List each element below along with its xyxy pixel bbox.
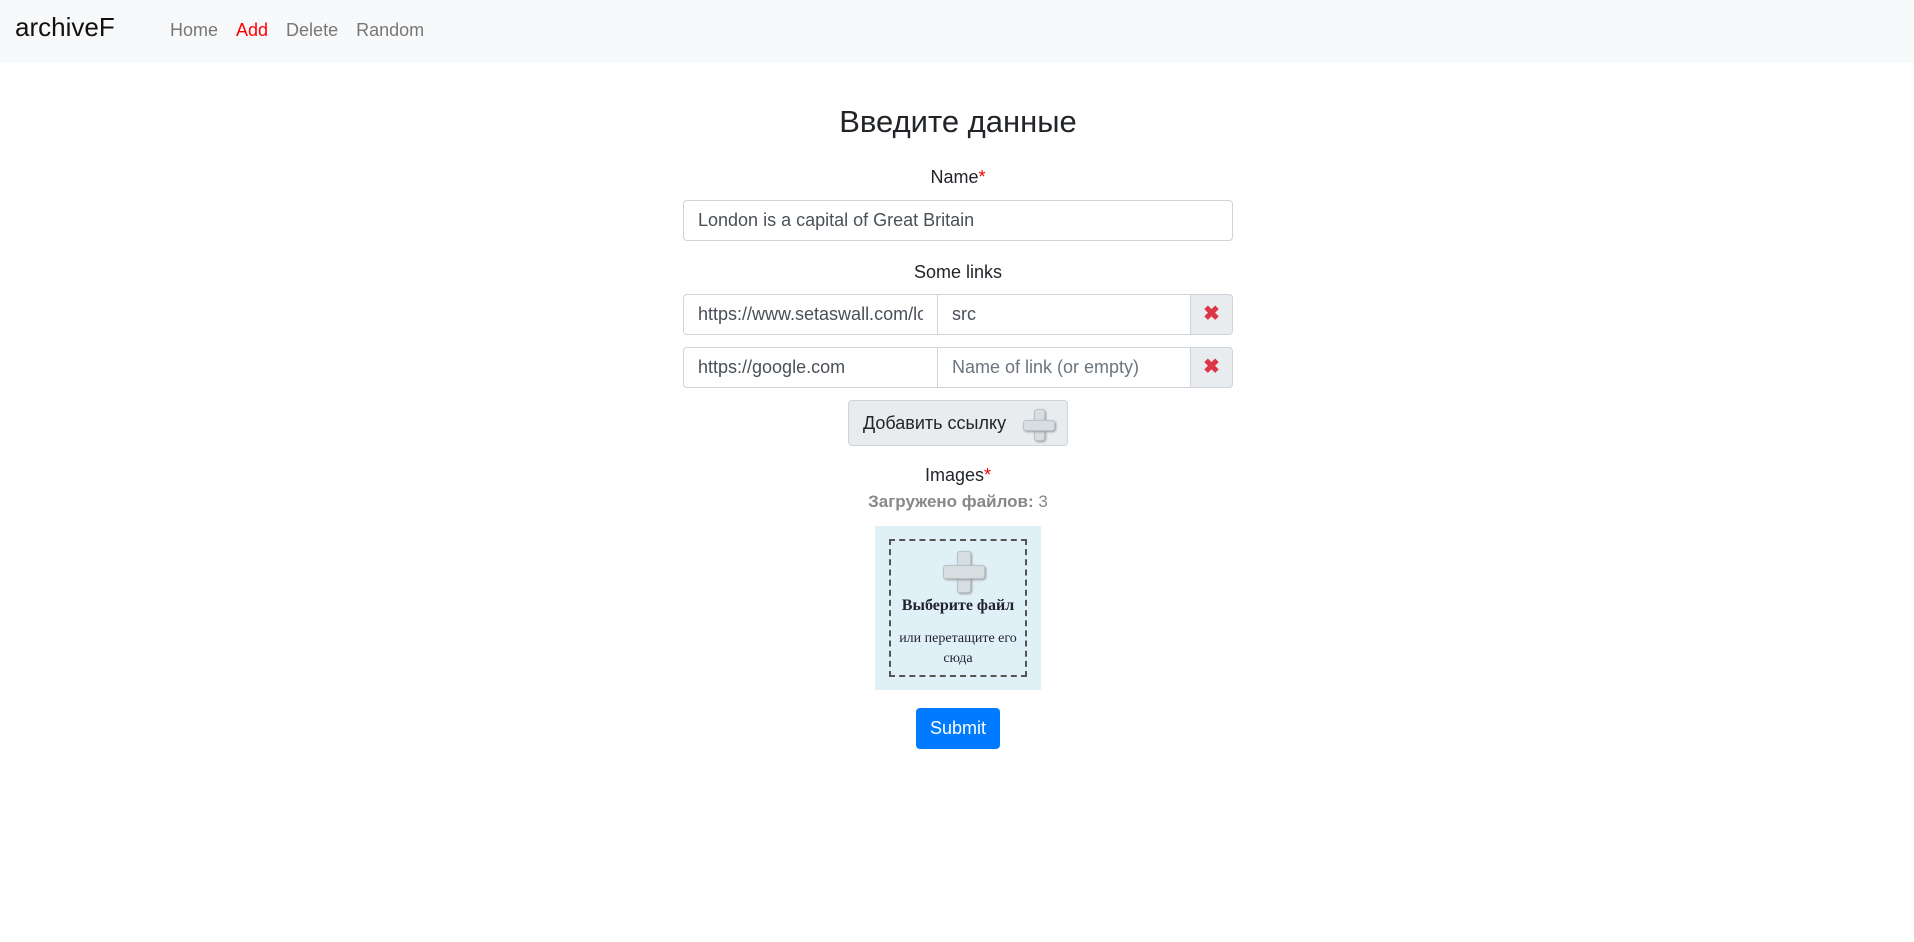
- link-name-input[interactable]: [937, 294, 1191, 335]
- link-url-input[interactable]: [683, 294, 938, 335]
- page-title: Введите данные: [839, 104, 1077, 139]
- images-label-text: Images: [924, 465, 984, 485]
- images-label: Images*: [683, 465, 1233, 486]
- add-link-label: Добавить ссылку: [863, 413, 1007, 433]
- nav-home[interactable]: Home: [170, 20, 218, 41]
- plus-icon: [1023, 409, 1055, 441]
- drop-subtitle: или перетащите его сюда: [899, 631, 1017, 666]
- brand-logo[interactable]: archiveF: [15, 12, 115, 43]
- nav-delete[interactable]: Delete: [286, 20, 338, 41]
- add-link-button[interactable]: Добавить ссылку: [848, 400, 1068, 446]
- remove-link-button[interactable]: ✖: [1190, 294, 1233, 335]
- remove-link-button[interactable]: ✖: [1190, 347, 1233, 388]
- name-label-text: Name: [930, 167, 979, 187]
- uploaded-count: Загружено файлов: 3: [683, 492, 1233, 512]
- nav-random[interactable]: Random: [356, 20, 424, 41]
- close-icon: ✖: [1203, 356, 1220, 378]
- uploaded-label: Загружено файлов:: [868, 492, 1034, 511]
- link-name-input[interactable]: [937, 347, 1191, 388]
- name-label: Name*: [683, 167, 1233, 188]
- link-url-input[interactable]: [683, 347, 938, 388]
- file-dropzone[interactable]: Выберите файл или перетащите его сюда: [875, 526, 1041, 690]
- navbar: archiveF Home Add Delete Random: [0, 0, 1914, 63]
- plus-icon: [943, 551, 985, 593]
- submit-button[interactable]: Submit: [916, 708, 1000, 749]
- links-label: Some links: [913, 262, 1003, 282]
- nav-add[interactable]: Add: [236, 20, 268, 41]
- close-icon: ✖: [1203, 303, 1220, 325]
- required-mark: *: [978, 167, 986, 187]
- required-mark: *: [984, 465, 992, 485]
- drop-title: Выберите файл: [901, 597, 1015, 614]
- uploaded-count-value: 3: [1038, 492, 1048, 511]
- name-input[interactable]: [683, 200, 1233, 241]
